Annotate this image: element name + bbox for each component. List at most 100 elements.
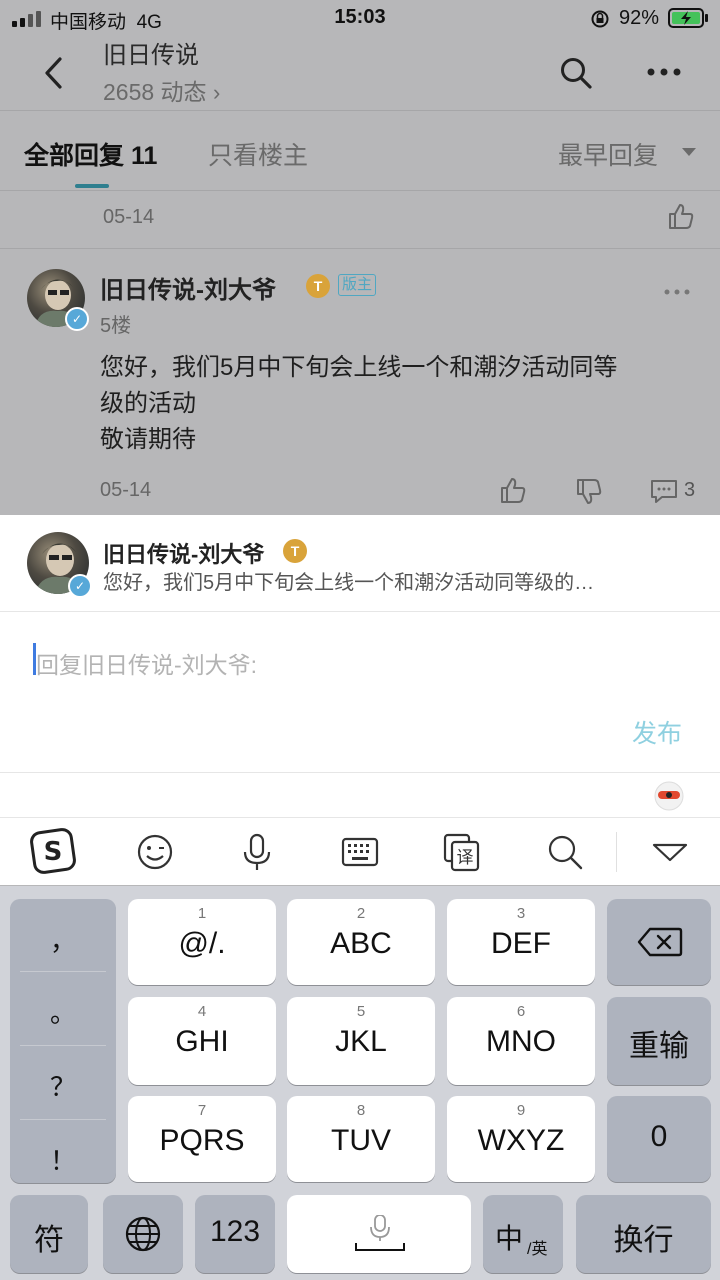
battery-percent: 92%	[619, 7, 660, 29]
post-line: 级的活动	[100, 390, 196, 417]
post-more-icon[interactable]	[664, 288, 690, 296]
tab-all-replies[interactable]: 全部回复 11	[24, 136, 157, 172]
enter-key[interactable]: 换行	[576, 1195, 711, 1273]
key-label: 换行	[613, 1224, 674, 1257]
space-key[interactable]	[287, 1195, 471, 1273]
key-label: 中	[495, 1223, 524, 1254]
quote-author: 旧日传说-刘大爷	[103, 542, 265, 567]
tabs-divider	[0, 190, 720, 191]
key-2[interactable]: 2 ABC	[287, 899, 435, 985]
key-label: 123	[209, 1215, 261, 1248]
quote-text: 您好，我们5月中下旬会上线一个和潮汐活动同等级的…	[103, 572, 595, 594]
like-icon[interactable]	[667, 202, 695, 230]
key-number: 5	[356, 1003, 366, 1020]
key-label: DEF	[491, 927, 551, 960]
toolbar-separator	[616, 832, 617, 872]
emoji-icon[interactable]	[135, 832, 175, 872]
key-8[interactable]: 8 TUV	[287, 1096, 435, 1182]
prev-post-date: 05-14	[103, 206, 155, 228]
status-bar: 中国移动 4G 15:03 92%	[0, 0, 720, 36]
backspace-key[interactable]	[607, 899, 711, 985]
key-label: WXYZ	[477, 1124, 565, 1157]
punct-divider	[20, 971, 106, 972]
floor-number: 5楼	[100, 315, 132, 337]
globe-key[interactable]	[103, 1195, 183, 1273]
microphone-icon[interactable]	[237, 832, 277, 872]
punctuation-column[interactable]: ， 。 ？ ！	[10, 899, 116, 1183]
mascot-icon[interactable]	[652, 778, 686, 812]
sort-dropdown[interactable]: 最早回复	[558, 136, 658, 172]
backspace-icon	[637, 927, 683, 957]
reply-divider	[0, 611, 720, 612]
key-number: 1	[197, 905, 207, 922]
battery-icon	[668, 8, 708, 28]
key-label: JKL	[335, 1025, 387, 1058]
key-9[interactable]: 9 WXYZ	[447, 1096, 595, 1182]
retype-key[interactable]: 重输	[607, 997, 711, 1085]
key-3[interactable]: 3 DEF	[447, 899, 595, 985]
key-label: /英	[527, 1241, 548, 1258]
punct-key[interactable]: ，	[10, 921, 116, 958]
rotation-lock-icon	[591, 10, 609, 28]
key-number: 6	[516, 1003, 526, 1020]
level-badge-icon: T	[283, 539, 307, 563]
tab-owner-only[interactable]: 只看楼主	[208, 136, 308, 172]
post-line: 敬请期待	[100, 426, 196, 453]
translate-icon[interactable]: 译	[442, 832, 482, 872]
verified-icon: ✓	[65, 307, 89, 331]
post-author[interactable]: 旧日传说-刘大爷	[100, 270, 276, 305]
sogou-logo-icon[interactable]: S	[30, 828, 76, 874]
space-mic-icon	[355, 1215, 405, 1251]
key-label: ABC	[330, 927, 392, 960]
numbers-key[interactable]: 123	[195, 1195, 275, 1273]
globe-icon	[125, 1216, 161, 1252]
input-divider	[0, 772, 720, 773]
reply-input[interactable]: 回复旧日传说-刘大爷:	[36, 646, 257, 680]
collapse-keyboard-icon[interactable]	[650, 832, 690, 872]
key-5[interactable]: 5 JKL	[287, 997, 435, 1085]
key-number: 2	[356, 905, 366, 922]
post-content: 您好，我们5月中下旬会上线一个和潮汐活动同等 级的活动 敬请期待	[100, 350, 690, 458]
key-7[interactable]: 7 PQRS	[128, 1096, 276, 1182]
like-icon[interactable]	[499, 476, 527, 504]
key-label: 符	[34, 1224, 64, 1257]
key-1[interactable]: 1 @/.	[128, 899, 276, 985]
search-icon[interactable]	[545, 832, 585, 872]
send-button[interactable]: 发布	[632, 714, 682, 750]
dislike-icon[interactable]	[575, 478, 603, 506]
post-date: 05-14	[100, 479, 152, 501]
search-icon[interactable]	[559, 56, 593, 90]
punct-key[interactable]: ！	[10, 1141, 116, 1178]
back-icon[interactable]	[42, 56, 66, 90]
moderator-badge: 版主	[338, 274, 377, 296]
language-toggle-key[interactable]: 中 /英	[483, 1195, 563, 1273]
keyboard-icon[interactable]	[340, 832, 380, 872]
toolbar-divider	[0, 817, 720, 818]
verified-icon: ✓	[68, 574, 92, 598]
caret-down-icon	[682, 148, 696, 156]
activity-count-link[interactable]: 2658 动态 ›	[103, 73, 220, 107]
punct-key[interactable]: ？	[10, 1067, 116, 1104]
key-number: 3	[516, 905, 526, 922]
post-divider	[0, 248, 720, 249]
symbols-key[interactable]: 符	[10, 1195, 88, 1273]
key-6[interactable]: 6 MNO	[447, 997, 595, 1085]
key-label: 0	[650, 1120, 668, 1153]
zero-key[interactable]: 0	[607, 1096, 711, 1182]
more-icon[interactable]	[646, 66, 682, 78]
key-label: @/.	[178, 927, 226, 960]
key-label: PQRS	[159, 1124, 245, 1157]
svg-text:译: 译	[457, 848, 474, 868]
post-line: 您好，我们5月中下旬会上线一个和潮汐活动同等	[100, 354, 618, 381]
key-label: MNO	[486, 1025, 556, 1058]
key-4[interactable]: 4 GHI	[128, 997, 276, 1085]
key-number: 7	[197, 1102, 207, 1119]
punct-key[interactable]: 。	[10, 993, 116, 1030]
key-number: 9	[516, 1102, 526, 1119]
page-title: 旧日传说	[103, 42, 199, 69]
chevron-right-icon: ›	[212, 80, 221, 105]
clock: 15:03	[334, 6, 386, 28]
punct-divider	[20, 1119, 106, 1120]
tab-indicator	[75, 184, 109, 188]
comment-icon[interactable]	[650, 478, 678, 504]
